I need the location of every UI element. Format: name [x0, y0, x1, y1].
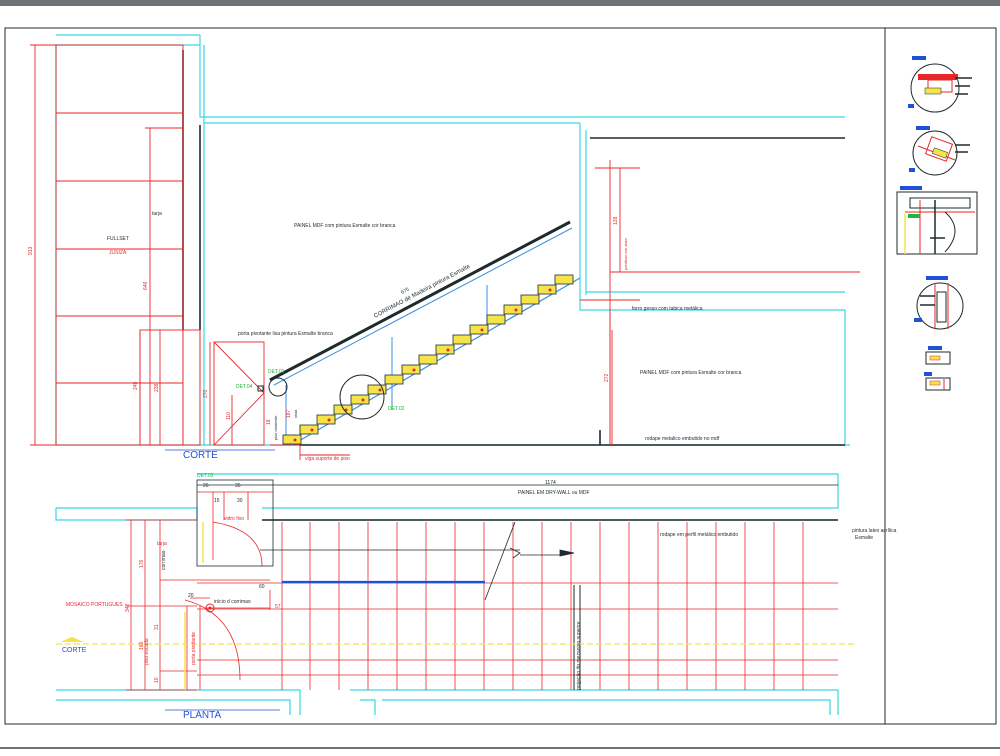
label-viga-suporte: viga suporte de piso	[305, 456, 350, 462]
label-piso-existente: piso existente	[273, 415, 278, 440]
plan-red-grid	[126, 479, 838, 691]
section-dimension-texts: 913 646 245 238 270 110 128 272 187 18 6…	[28, 216, 619, 425]
detail-column	[896, 56, 978, 391]
dim-245: 245	[133, 381, 139, 390]
plan-dark-lines	[262, 519, 838, 690]
dim-270: 270	[203, 389, 209, 398]
detail-05-thumbnail	[924, 346, 951, 391]
dim-238: 238	[154, 383, 160, 392]
cad-drawing-viewport: PAINEL MDF com pintura Esmalte cor branc…	[0, 0, 1000, 751]
dim-20: 20	[188, 593, 194, 599]
section-cyan-walls	[55, 34, 850, 446]
label-det02: DET.02	[388, 406, 405, 412]
dim-342: 342	[125, 603, 131, 612]
det01-callout-circle	[268, 377, 288, 397]
label-projecao: projeção do mezanino superior	[576, 621, 582, 690]
plan-view	[55, 473, 855, 715]
label-det04: DET.04	[236, 384, 253, 390]
section-dark-lines	[182, 50, 845, 446]
label-parafuso-em-vista: parafuso em vista	[623, 238, 628, 270]
dim-35: 35	[235, 483, 241, 489]
dim-26: 26	[203, 483, 209, 489]
label-rodape-metalico: rodape metalico embutido no mdf	[645, 436, 720, 442]
corte-marker-icon	[60, 637, 84, 642]
label-fullset: FULLSET	[107, 236, 129, 242]
label-painel-drywall: PAINEL EM DRY-WALL ou MDF	[518, 490, 590, 496]
detail-03-thumbnail	[896, 186, 978, 255]
label-corrimao: CORRIMAO de Madeira pintura Esmalte	[373, 263, 472, 319]
plan-cyan-walls	[55, 473, 839, 715]
section-view	[30, 34, 860, 460]
section-red-lines	[30, 44, 860, 460]
dim-30: 30	[237, 498, 243, 504]
label-corrimao-vertical: corrimao	[161, 550, 167, 570]
label-painel-top: PAINEL MDF com pintura Esmalte cor branc…	[294, 223, 396, 229]
label-pintura-latex: pintura latex acrílica	[852, 528, 897, 534]
title-corte: CORTE	[183, 450, 218, 461]
dim-110: 110	[226, 412, 232, 420]
label-porta-pivotante-plan: porta pivotante	[191, 632, 197, 665]
dim-10: 10	[154, 677, 160, 683]
label-vista: vista	[293, 409, 298, 418]
label-corte-marker: CORTE	[62, 647, 87, 654]
dim-160: 160	[139, 641, 145, 650]
label-tarja: tarja	[152, 211, 162, 217]
dim-18: 18	[266, 419, 272, 425]
top-bar	[0, 0, 1000, 6]
label-forro-gesso: forro gesso com tabica metálica	[632, 306, 703, 312]
dim-60: 60	[259, 584, 265, 590]
detail-01-thumbnail	[908, 56, 972, 113]
inicio-corrimao-marker-dot	[208, 606, 212, 610]
label-det03: DET.03	[197, 473, 214, 479]
label-jusiza: JUSIZA	[109, 250, 127, 256]
dim-913: 913	[28, 246, 34, 255]
dim-646: 646	[143, 281, 149, 290]
sheet-frame	[4, 27, 997, 725]
dim-128: 128	[613, 216, 619, 225]
cad-drawing: PAINEL MDF com pintura Esmalte cor branc…	[0, 0, 1000, 749]
label-painel-right: PAINEL MDF com pintura Esmalte cor branc…	[640, 370, 742, 376]
label-det01: DET.01	[268, 369, 285, 375]
label-rodape-perfil: rodape em perfil metálico embutido	[660, 532, 738, 538]
dim-176: 176	[139, 559, 145, 568]
dim-31: 31	[154, 624, 160, 630]
detail-04-thumbnail	[914, 276, 964, 330]
label-mosaico: MOSAICO PORTUGUES	[66, 602, 123, 608]
dim-15: 15	[214, 498, 220, 504]
stair-steps	[282, 274, 574, 445]
dim-57: 57	[275, 604, 281, 610]
dim-272: 272	[604, 373, 610, 382]
detail-02-thumbnail	[909, 126, 970, 176]
dim-1174: 1174	[545, 480, 556, 486]
label-vidro-fixo: vidro fixo	[224, 516, 244, 522]
title-planta: PLANTA	[183, 710, 221, 721]
det04-marker	[257, 385, 264, 392]
label-inicio-corrimao: início d corrimao	[214, 599, 251, 605]
dim-187: 187	[286, 409, 292, 418]
label-porta-pivotante: porta pivotante lisa pintura Esmalte bra…	[238, 331, 333, 337]
label-esmalte: Esmalte	[855, 535, 873, 541]
label-tarja-plan: tarja	[157, 541, 167, 547]
